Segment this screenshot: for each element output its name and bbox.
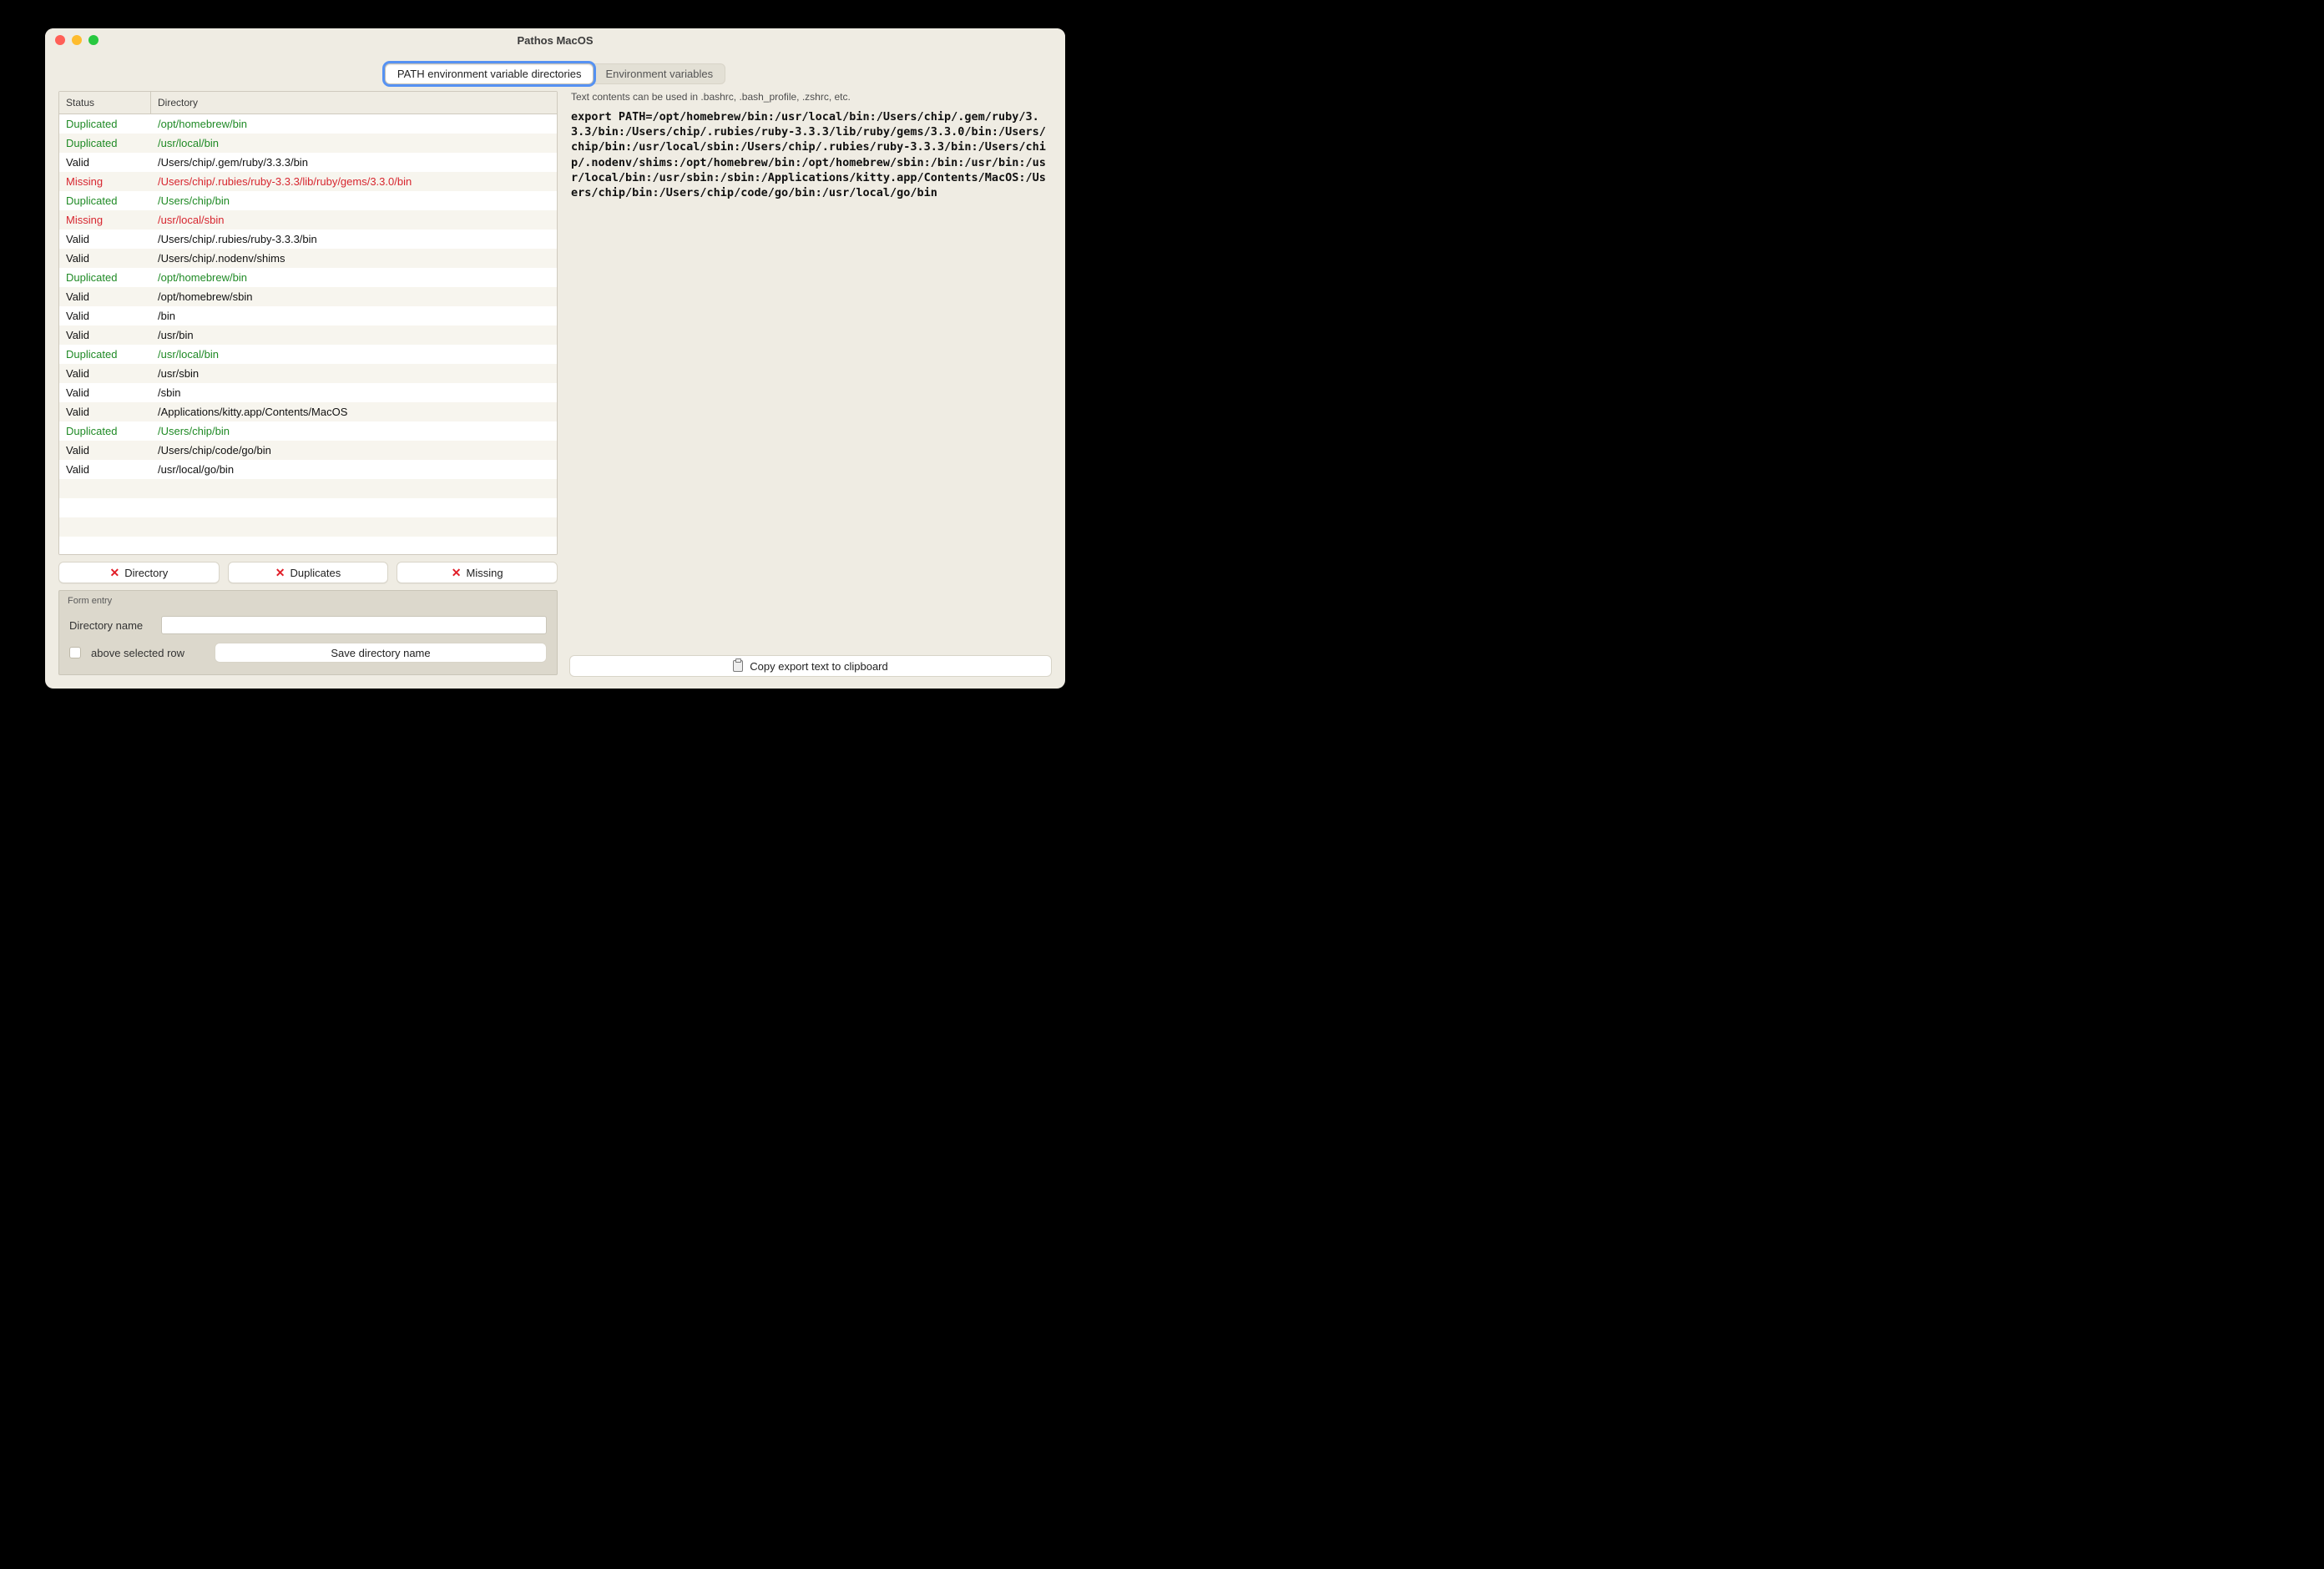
cell-status: Duplicated (59, 425, 151, 437)
cell-directory: /Users/chip/.rubies/ruby-3.3.3/bin (151, 233, 557, 245)
tab-environment-variables[interactable]: Environment variables (594, 63, 725, 84)
table-row[interactable]: Duplicated/opt/homebrew/bin (59, 114, 557, 134)
cell-directory: /Users/chip/.gem/ruby/3.3.3/bin (151, 156, 557, 169)
cell-status: Duplicated (59, 137, 151, 149)
form-title: Form entry (68, 596, 547, 606)
close-icon[interactable] (55, 35, 65, 45)
cell-status: Valid (59, 156, 151, 169)
cell-status: Duplicated (59, 348, 151, 361)
action-button-row: ✕ Directory ✕ Duplicates ✕ Missing (58, 562, 558, 583)
table-row[interactable]: Valid/usr/bin (59, 325, 557, 345)
table-row[interactable]: Valid/Users/chip/.gem/ruby/3.3.3/bin (59, 153, 557, 172)
cell-directory: /Users/chip/code/go/bin (151, 444, 557, 457)
cell-directory: /usr/local/sbin (151, 214, 557, 226)
cell-directory: /usr/bin (151, 329, 557, 341)
copy-to-clipboard-button[interactable]: Copy export text to clipboard (569, 655, 1052, 677)
table-row[interactable]: Valid/bin (59, 306, 557, 325)
table-row[interactable]: Valid/Users/chip/.nodenv/shims (59, 249, 557, 268)
table-row[interactable]: Duplicated/usr/local/bin (59, 345, 557, 364)
cell-status: Valid (59, 252, 151, 265)
cell-directory: /usr/local/bin (151, 348, 557, 361)
window-title: Pathos MacOS (517, 34, 593, 47)
cell-status: Valid (59, 406, 151, 418)
table-row[interactable] (59, 498, 557, 517)
cell-directory: /usr/sbin (151, 367, 557, 380)
cell-directory: /usr/local/go/bin (151, 463, 557, 476)
cell-directory: /Users/chip/.rubies/ruby-3.3.3/lib/ruby/… (151, 175, 557, 188)
x-icon: ✕ (275, 567, 285, 578)
table-row[interactable]: Duplicated/usr/local/bin (59, 134, 557, 153)
remove-duplicates-button[interactable]: ✕ Duplicates (228, 562, 389, 583)
cell-directory: /Applications/kitty.app/Contents/MacOS (151, 406, 557, 418)
cell-status: Valid (59, 444, 151, 457)
table-row[interactable] (59, 537, 557, 554)
table-row[interactable]: Missing/usr/local/sbin (59, 210, 557, 230)
directory-name-label: Directory name (69, 619, 151, 632)
cell-status: Valid (59, 386, 151, 399)
x-icon: ✕ (109, 567, 119, 578)
cell-status: Missing (59, 214, 151, 226)
directory-name-input[interactable] (161, 616, 547, 634)
col-status[interactable]: Status (59, 92, 151, 114)
table-row[interactable]: Duplicated/Users/chip/bin (59, 191, 557, 210)
table-row[interactable]: Duplicated/opt/homebrew/bin (59, 268, 557, 287)
cell-directory: /Users/chip/bin (151, 425, 557, 437)
cell-status: Valid (59, 233, 151, 245)
cell-directory: /Users/chip/.nodenv/shims (151, 252, 557, 265)
cell-directory: /opt/homebrew/bin (151, 118, 557, 130)
cell-status: Valid (59, 463, 151, 476)
table-row[interactable]: Valid/opt/homebrew/sbin (59, 287, 557, 306)
tabbar: PATH environment variable directories En… (45, 52, 1065, 91)
zoom-icon[interactable] (88, 35, 99, 45)
table-header: Status Directory (59, 92, 557, 114)
table-row[interactable]: Valid/sbin (59, 383, 557, 402)
cell-status: Duplicated (59, 271, 151, 284)
traffic-lights (55, 35, 99, 45)
copy-label: Copy export text to clipboard (750, 660, 887, 673)
cell-directory: /opt/homebrew/bin (151, 271, 557, 284)
export-description: Text contents can be used in .bashrc, .b… (569, 91, 1052, 108)
titlebar: Pathos MacOS (45, 28, 1065, 52)
minimize-icon[interactable] (72, 35, 82, 45)
form-entry-panel: Form entry Directory name above selected… (58, 590, 558, 675)
table-row[interactable] (59, 479, 557, 498)
table-row[interactable]: Valid/Users/chip/code/go/bin (59, 441, 557, 460)
path-table: Status Directory Duplicated/opt/homebrew… (58, 91, 558, 555)
above-selected-checkbox[interactable] (69, 647, 81, 658)
table-row[interactable]: Duplicated/Users/chip/bin (59, 421, 557, 441)
remove-missing-button[interactable]: ✕ Missing (397, 562, 558, 583)
remove-directory-label: Directory (124, 567, 168, 579)
save-directory-button[interactable]: Save directory name (215, 643, 547, 663)
cell-status: Missing (59, 175, 151, 188)
app-window: Pathos MacOS PATH environment variable d… (45, 28, 1065, 689)
clipboard-icon (733, 660, 743, 672)
remove-directory-button[interactable]: ✕ Directory (58, 562, 220, 583)
cell-status: Valid (59, 290, 151, 303)
table-row[interactable]: Valid/usr/sbin (59, 364, 557, 383)
table-row[interactable]: Valid/Users/chip/.rubies/ruby-3.3.3/bin (59, 230, 557, 249)
remove-duplicates-label: Duplicates (290, 567, 341, 579)
cell-status: Duplicated (59, 118, 151, 130)
col-directory[interactable]: Directory (151, 92, 557, 114)
table-row[interactable]: Valid/Applications/kitty.app/Contents/Ma… (59, 402, 557, 421)
cell-status: Valid (59, 329, 151, 341)
cell-status: Valid (59, 310, 151, 322)
cell-directory: /Users/chip/bin (151, 194, 557, 207)
cell-directory: /usr/local/bin (151, 137, 557, 149)
cell-directory: /sbin (151, 386, 557, 399)
tab-path-directories[interactable]: PATH environment variable directories (385, 63, 594, 84)
x-icon: ✕ (452, 567, 462, 578)
cell-directory: /bin (151, 310, 557, 322)
export-text[interactable]: export PATH=/opt/homebrew/bin:/usr/local… (569, 108, 1052, 648)
above-selected-label: above selected row (91, 647, 184, 659)
cell-status: Duplicated (59, 194, 151, 207)
cell-directory: /opt/homebrew/sbin (151, 290, 557, 303)
table-row[interactable]: Missing/Users/chip/.rubies/ruby-3.3.3/li… (59, 172, 557, 191)
remove-missing-label: Missing (467, 567, 503, 579)
cell-status: Valid (59, 367, 151, 380)
table-row[interactable]: Valid/usr/local/go/bin (59, 460, 557, 479)
table-row[interactable] (59, 517, 557, 537)
